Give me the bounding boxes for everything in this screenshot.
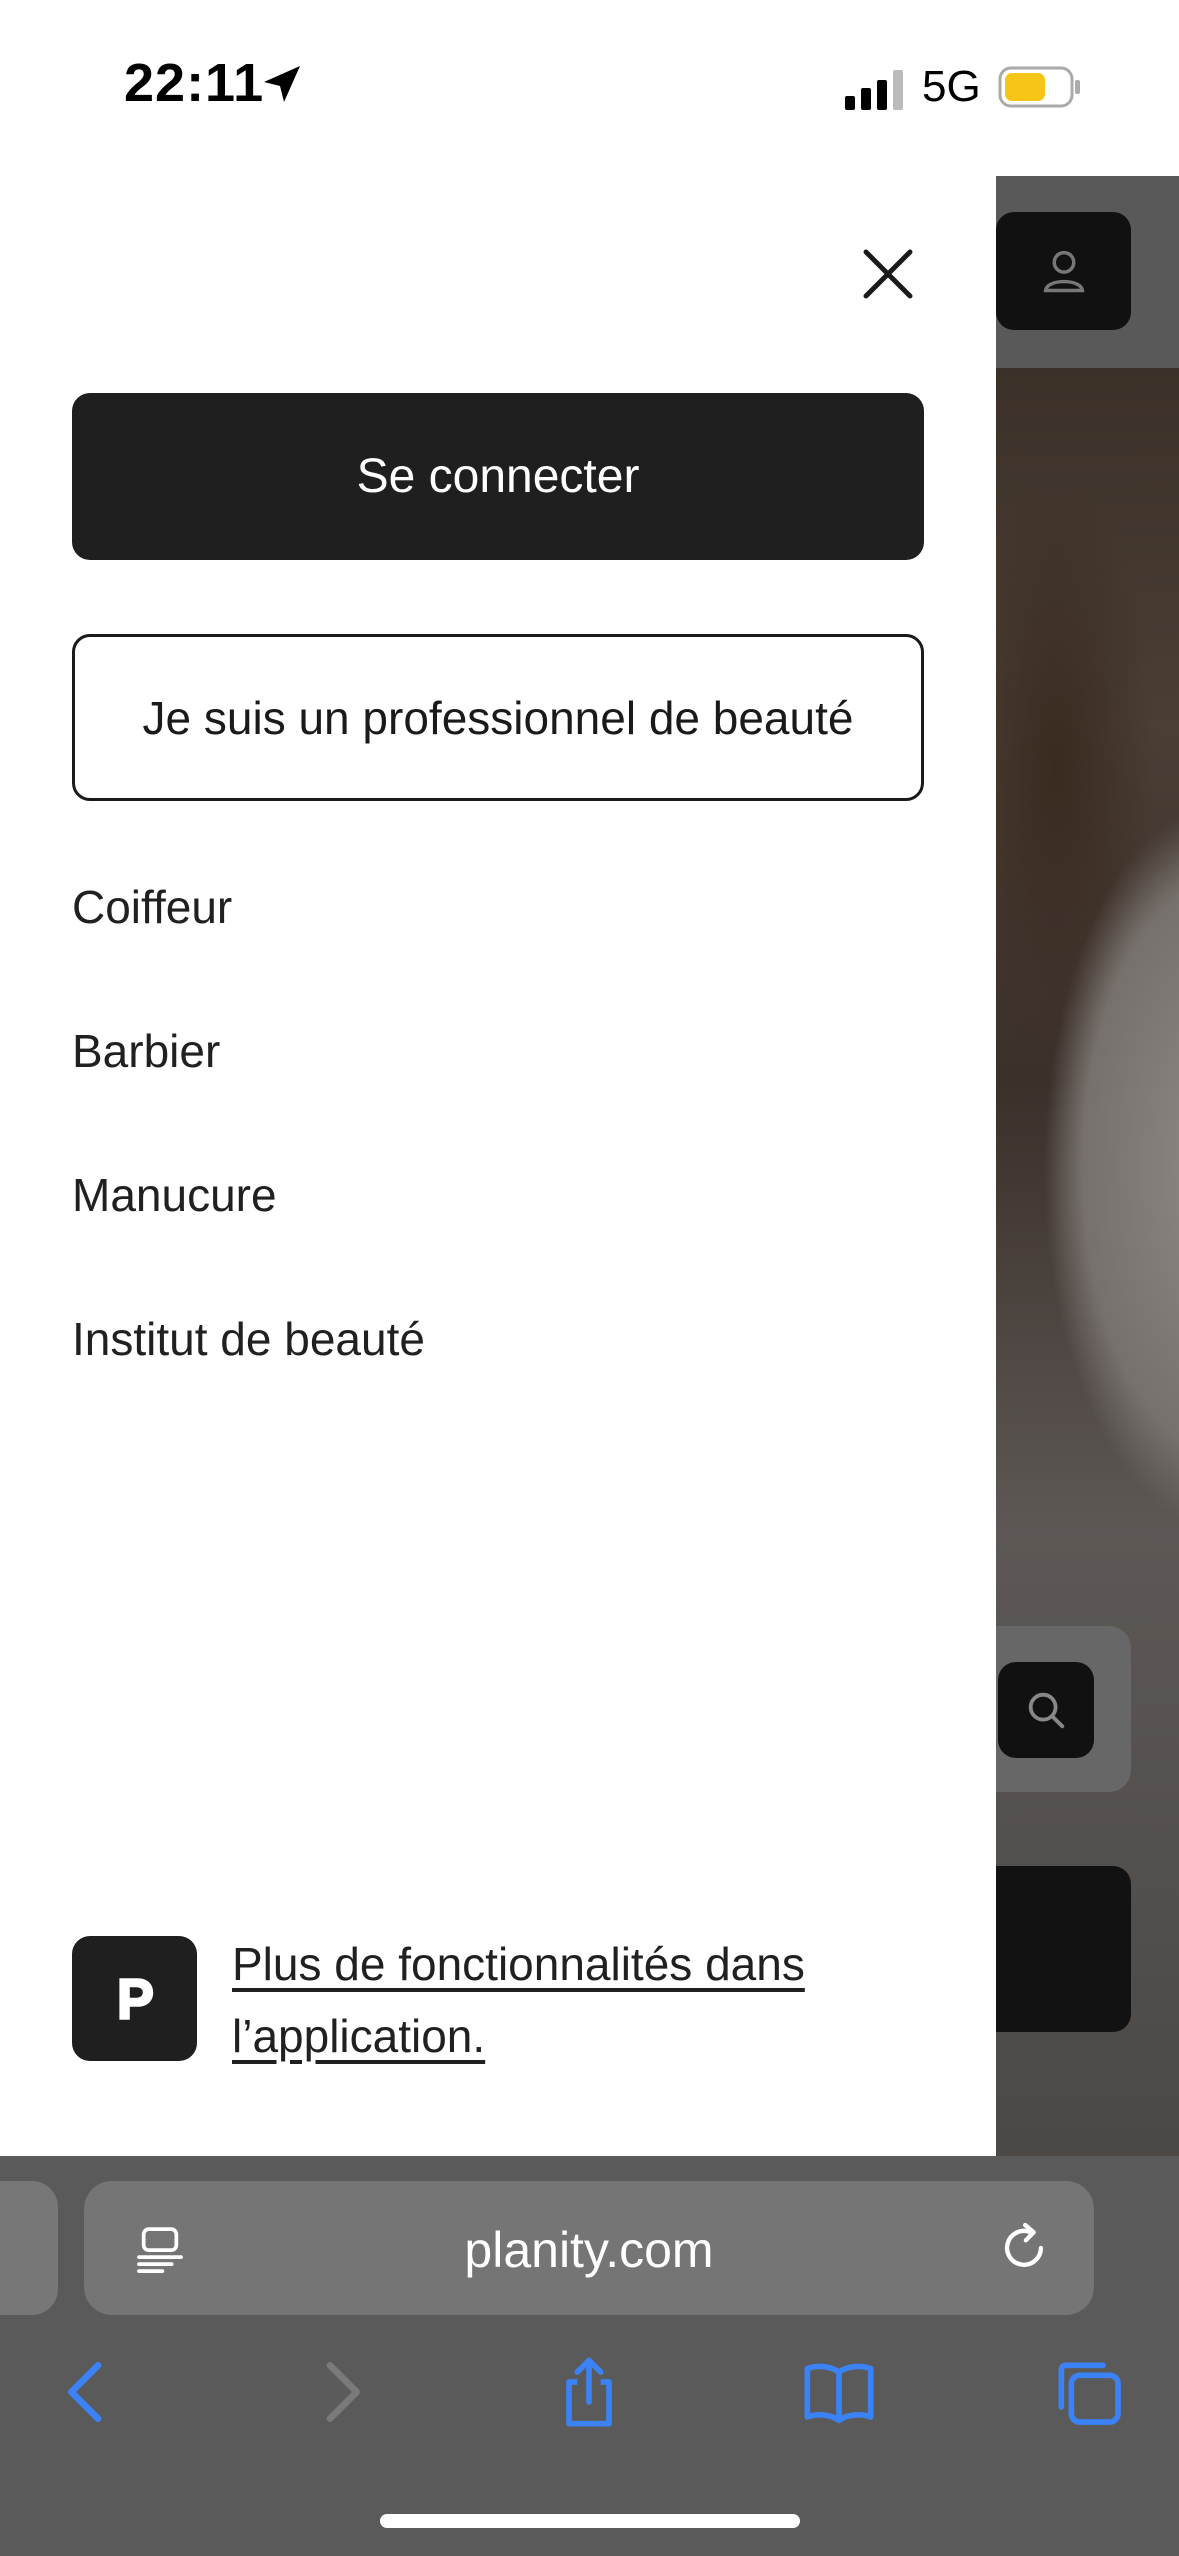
- p-logo-icon: [118, 1977, 153, 2020]
- location-arrow-icon: [264, 66, 300, 102]
- login-button[interactable]: Se connecter: [72, 393, 924, 560]
- professional-button[interactable]: Je suis un professionnel de beauté: [72, 634, 924, 801]
- status-time: 22:11: [124, 53, 265, 113]
- address-bar[interactable]: planity.com: [84, 2181, 1094, 2315]
- back-icon[interactable]: [48, 2352, 128, 2432]
- reload-icon[interactable]: [995, 2219, 1053, 2277]
- menu-item-manucure[interactable]: Manucure: [72, 1168, 277, 1222]
- menu-item-coiffeur[interactable]: Coiffeur: [72, 880, 232, 934]
- app-features-link[interactable]: Plus de fonctionnalités dans l’applicati…: [232, 1928, 932, 2072]
- tabs-icon[interactable]: [1048, 2352, 1128, 2432]
- status-bar: 22:11 5G: [0, 0, 1179, 176]
- background-page: [996, 176, 1179, 2156]
- cellular-signal-icon: [845, 70, 903, 110]
- home-indicator: [380, 2514, 800, 2528]
- browser-toolbar: planity.com: [0, 2156, 1179, 2556]
- account-button[interactable]: [996, 212, 1131, 330]
- user-icon: [1043, 250, 1085, 293]
- side-menu-drawer: Se connecter Je suis un professionnel de…: [0, 176, 996, 2156]
- search-icon: [1028, 1692, 1065, 1729]
- share-icon[interactable]: [549, 2352, 629, 2432]
- menu-item-institut[interactable]: Institut de beauté: [72, 1312, 425, 1366]
- search-button[interactable]: [998, 1662, 1094, 1758]
- forward-icon[interactable]: [300, 2352, 380, 2432]
- bookmarks-icon[interactable]: [799, 2352, 879, 2432]
- battery-icon: [998, 66, 1080, 108]
- background-dark-card: [996, 1866, 1131, 2032]
- planity-logo: [72, 1936, 197, 2061]
- previous-tab[interactable]: [0, 2181, 58, 2315]
- close-icon[interactable]: [855, 241, 921, 307]
- menu-item-barbier[interactable]: Barbier: [72, 1024, 220, 1078]
- url-text: planity.com: [464, 2222, 714, 2278]
- network-type: 5G: [922, 62, 981, 111]
